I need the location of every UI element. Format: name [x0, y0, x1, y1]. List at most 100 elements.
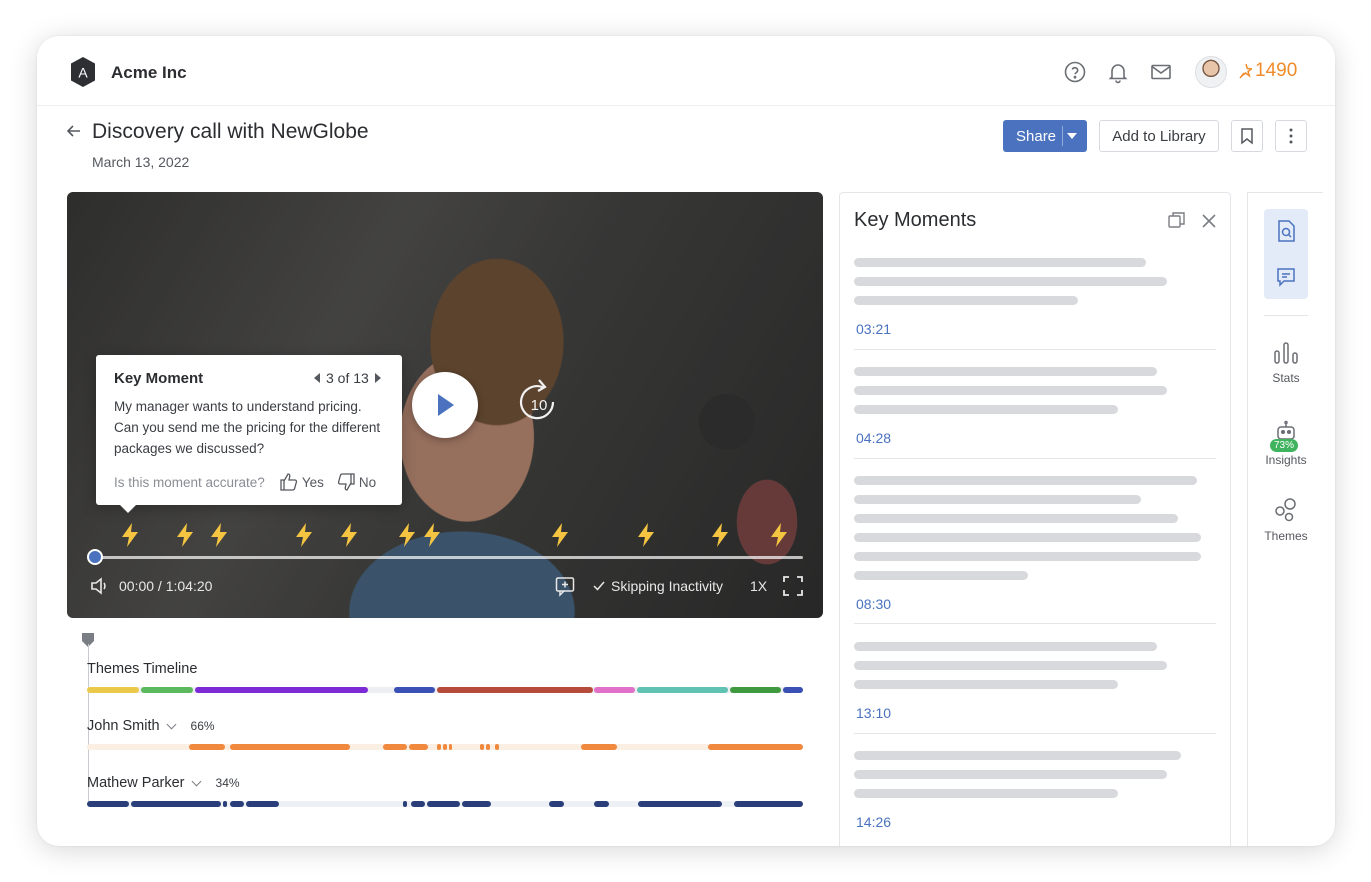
theme-segment[interactable] — [195, 687, 368, 693]
bolt-icon[interactable] — [207, 522, 231, 548]
text-placeholder — [854, 367, 1157, 376]
speech-segment[interactable] — [246, 801, 279, 807]
speech-segment[interactable] — [486, 744, 490, 750]
speech-segment[interactable] — [189, 744, 225, 750]
speaker-1-track[interactable] — [87, 744, 803, 750]
speech-segment[interactable] — [230, 744, 350, 750]
bolt-icon[interactable] — [118, 522, 142, 548]
speech-segment[interactable] — [87, 801, 129, 807]
progress-bar[interactable] — [95, 556, 803, 559]
vote-no-button[interactable]: No — [336, 472, 376, 492]
speech-segment[interactable] — [495, 744, 499, 750]
bolt-icon[interactable] — [173, 522, 197, 548]
theme-segment[interactable] — [437, 687, 593, 693]
speech-segment[interactable] — [223, 801, 227, 807]
theme-segment[interactable] — [394, 687, 435, 693]
chevron-down-icon[interactable] — [166, 719, 176, 729]
comments-button[interactable] — [1264, 255, 1308, 299]
chevron-down-icon[interactable] — [191, 776, 201, 786]
add-to-library-button[interactable]: Add to Library — [1099, 120, 1219, 152]
next-moment-icon[interactable] — [374, 373, 381, 383]
key-moment-item[interactable]: 13:10 — [854, 641, 1216, 734]
vote-yes-button[interactable]: Yes — [279, 472, 324, 492]
points-counter[interactable]: 1490 — [1238, 60, 1297, 82]
skip-forward-button[interactable]: 10 — [515, 378, 563, 430]
theme-segment[interactable] — [141, 687, 193, 693]
bolt-icon[interactable] — [292, 522, 316, 548]
speech-segment[interactable] — [708, 744, 803, 750]
more-options-button[interactable] — [1275, 120, 1307, 152]
theme-segment[interactable] — [87, 687, 139, 693]
themes-track[interactable] — [87, 687, 803, 693]
bolt-icon[interactable] — [634, 522, 658, 548]
speech-segment[interactable] — [734, 801, 803, 807]
share-dropdown-icon[interactable] — [1067, 133, 1077, 139]
bolt-icon[interactable] — [395, 522, 419, 548]
key-moment-timestamp[interactable]: 03:21 — [856, 321, 891, 337]
speech-segment[interactable] — [594, 801, 609, 807]
bell-icon[interactable] — [1106, 60, 1130, 84]
speech-segment[interactable] — [449, 744, 452, 750]
speech-segment[interactable] — [403, 801, 407, 807]
speaker-2-label[interactable]: Mathew Parker 34% — [87, 775, 240, 791]
theme-segment[interactable] — [730, 687, 781, 693]
speech-segment[interactable] — [437, 744, 441, 750]
back-arrow-icon[interactable] — [65, 122, 83, 140]
bookmark-button[interactable] — [1231, 120, 1263, 152]
vote-yes-label: Yes — [301, 474, 324, 490]
fullscreen-icon[interactable] — [782, 575, 804, 597]
share-button[interactable]: Share — [1003, 120, 1087, 152]
bolt-icon[interactable] — [420, 522, 444, 548]
key-moment-timestamp[interactable]: 14:26 — [856, 814, 891, 830]
stats-tab[interactable]: Stats — [1248, 341, 1324, 385]
speech-segment[interactable] — [638, 801, 722, 807]
speech-segment[interactable] — [411, 801, 425, 807]
play-button[interactable] — [412, 372, 478, 438]
close-icon[interactable] — [1199, 211, 1219, 231]
skip-inactivity-toggle[interactable]: Skipping Inactivity — [593, 578, 723, 594]
volume-icon[interactable] — [89, 575, 111, 597]
key-moment-timestamp[interactable]: 04:28 — [856, 430, 891, 446]
speech-segment[interactable] — [131, 801, 221, 807]
mail-icon[interactable] — [1149, 60, 1173, 84]
speaker-2-percent: 34% — [215, 776, 240, 790]
bolt-icon[interactable] — [767, 522, 791, 548]
key-moment-item[interactable]: 14:26 — [854, 750, 1216, 845]
speech-segment[interactable] — [383, 744, 407, 750]
popout-icon[interactable] — [1167, 211, 1187, 231]
bolt-icon[interactable] — [708, 522, 732, 548]
key-moment-item[interactable]: 08:30 — [854, 475, 1216, 624]
speaker-2-track[interactable] — [87, 801, 803, 807]
speech-segment[interactable] — [480, 744, 484, 750]
key-moment-text: My manager wants to understand pricing. … — [114, 399, 381, 456]
theme-segment[interactable] — [594, 687, 635, 693]
company-logo[interactable]: A — [67, 56, 99, 88]
bolt-icon[interactable] — [337, 522, 361, 548]
key-moment-item[interactable]: 03:21 — [854, 257, 1216, 350]
add-comment-icon[interactable] — [554, 575, 576, 597]
speech-segment[interactable] — [549, 801, 564, 807]
key-moment-item[interactable]: 04:28 — [854, 366, 1216, 459]
key-moment-timestamp[interactable]: 13:10 — [856, 705, 891, 721]
speech-segment[interactable] — [443, 744, 447, 750]
key-moment-timestamp[interactable]: 08:30 — [856, 596, 891, 612]
speech-segment[interactable] — [409, 744, 428, 750]
prev-moment-icon[interactable] — [314, 373, 320, 383]
progress-handle[interactable] — [87, 549, 103, 565]
speech-segment[interactable] — [230, 801, 244, 807]
speech-segment[interactable] — [427, 801, 460, 807]
speaker-1-label[interactable]: John Smith 66% — [87, 718, 215, 734]
help-icon[interactable] — [1063, 60, 1087, 84]
insights-tab[interactable]: 73% Insights — [1248, 420, 1324, 467]
theme-segment[interactable] — [783, 687, 803, 693]
themes-tab[interactable]: Themes — [1248, 497, 1324, 543]
text-placeholder — [854, 552, 1201, 561]
playback-speed[interactable]: 1X — [750, 578, 767, 594]
speech-segment[interactable] — [462, 801, 491, 807]
user-avatar[interactable] — [1195, 56, 1227, 88]
search-transcript-button[interactable] — [1264, 209, 1308, 253]
speech-segment[interactable] — [581, 744, 617, 750]
bolt-icon[interactable] — [548, 522, 572, 548]
document-search-icon — [1278, 220, 1295, 242]
theme-segment[interactable] — [637, 687, 728, 693]
